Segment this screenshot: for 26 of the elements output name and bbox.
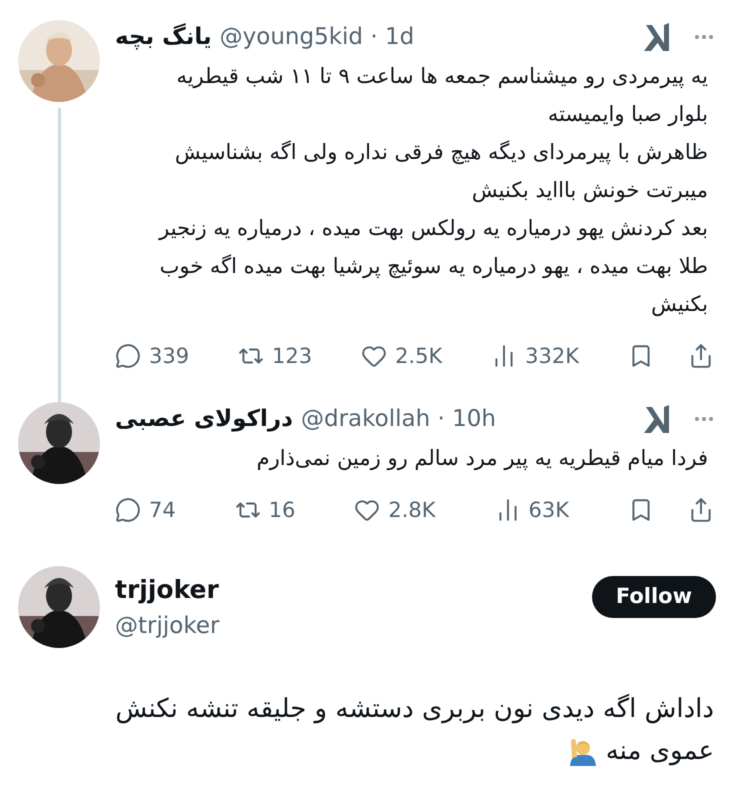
count-label: 16: [268, 496, 296, 524]
post-text: عموی منه: [606, 735, 714, 768]
post-text: ظاهرش با پیرمردای دیگه هیچ فرقی نداره ولی اگه بشناسیش میبرتت خونش باااید بکنیش: [174, 138, 708, 204]
logo-icon[interactable]: [642, 403, 672, 436]
reply-icon[interactable]: [115, 497, 141, 524]
handle-time: @young5kid · 1d: [220, 23, 414, 52]
count-label: 123: [272, 342, 312, 370]
display-name[interactable]: یانگ بچه: [115, 20, 212, 54]
count-label: 2.8K: [388, 496, 436, 524]
post-text: فردا میام قیطریه یه پیر مرد سالم رو زمین نمی‌ذارم: [256, 444, 708, 472]
post-text: داداش اگه دیدی نون بربری دستشه و جلیقه تنشه نکنش: [115, 692, 714, 726]
count-label: 74: [149, 496, 176, 524]
count-label: 2.5K: [395, 342, 442, 370]
count-label: 63K: [528, 496, 569, 524]
post-text: بعد کردنش یهو درمیاره یه رولکس بهت میده ، درمیاره یه زنجیر طلا بهت میده ، یهو درمیاره یه سوئیچ پرشیا بهت میده اگه خوب بکنیش: [157, 214, 708, 318]
logo-icon[interactable]: [642, 21, 672, 54]
post-text: یه پیرمردی رو میشناسم جمعه ها ساعت ۹ تا ۱۱ شب قیطریه بلوار صبا وایمیسته: [175, 62, 708, 128]
handle-time: @drakollah · 10h: [300, 405, 496, 434]
reply-icon[interactable]: [115, 343, 141, 370]
count-label: 332K: [525, 342, 580, 370]
count-label: 339: [149, 342, 190, 370]
raising-hand-icon: [568, 736, 598, 766]
display-name[interactable]: دراکولای عصبی: [115, 402, 293, 436]
display-name[interactable]: trjjoker: [115, 571, 220, 608]
follow-button[interactable]: Follow: [592, 576, 716, 618]
handle: @trjjoker: [115, 612, 220, 640]
